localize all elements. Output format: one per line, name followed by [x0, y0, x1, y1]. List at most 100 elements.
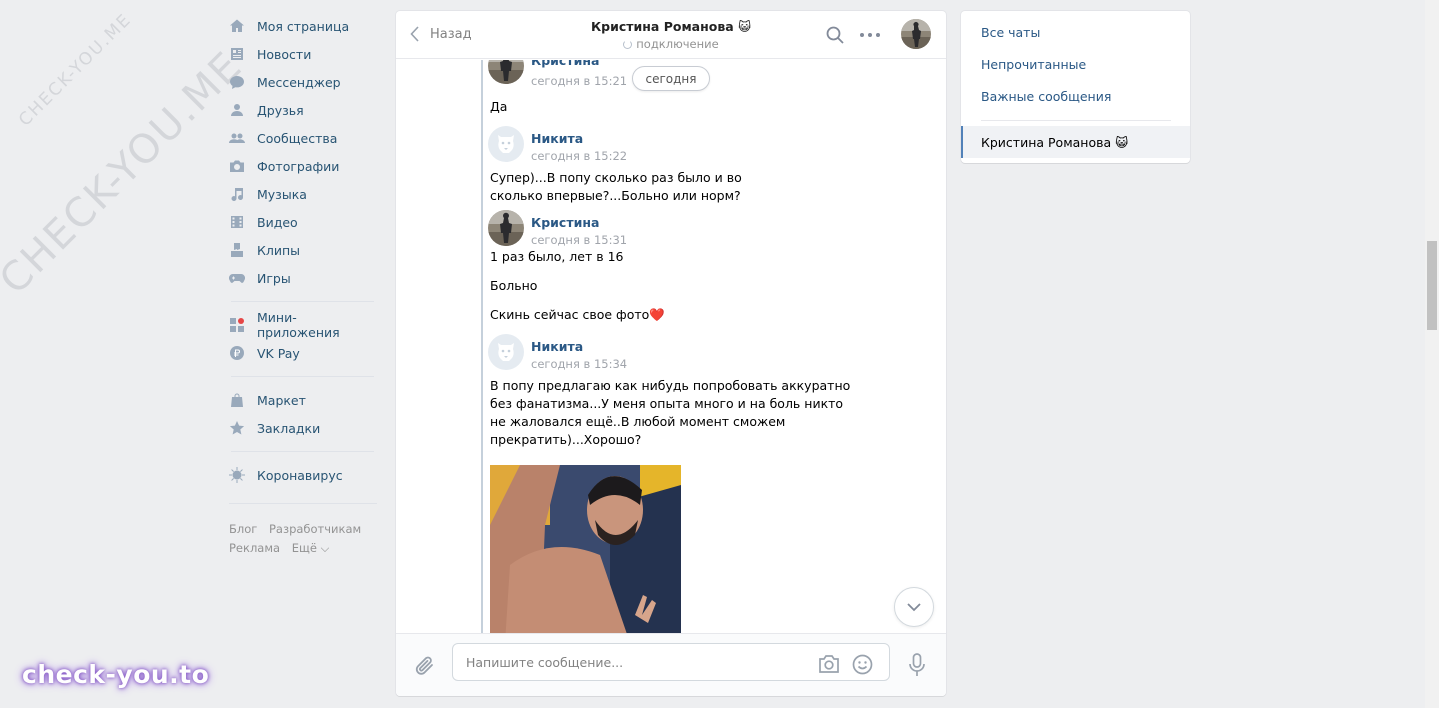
- message-time[interactable]: сегодня в 15:31: [531, 233, 627, 247]
- avatar[interactable]: [488, 334, 524, 370]
- footer-links: Блог Разработчикам Реклама Ещё ⌵: [229, 520, 379, 558]
- date-separator-pill: сегодня: [632, 66, 710, 91]
- left-sidebar: Моя страница Новости Мессенджер Друзья С…: [229, 12, 379, 558]
- message-author[interactable]: Никита: [531, 131, 583, 146]
- paperclip-icon[interactable]: [414, 654, 436, 678]
- chat-avatar[interactable]: [901, 19, 931, 49]
- chat-header: Назад Кристина Романова 😺 подключение: [396, 11, 946, 59]
- nav-item-clips[interactable]: Клипы: [229, 236, 379, 264]
- message-author[interactable]: Никита: [531, 339, 583, 354]
- nav-item-label: Друзья: [257, 102, 304, 118]
- news-icon: [229, 46, 245, 62]
- nav-divider: [231, 451, 374, 452]
- filter-unread[interactable]: Непрочитанные: [981, 57, 1086, 72]
- active-chat-item[interactable]: Кристина Романова 😺: [961, 126, 1190, 158]
- nav-item-label: Видео: [257, 214, 298, 230]
- message-text: Да: [490, 99, 508, 114]
- loading-spinner-icon: [623, 40, 633, 49]
- watermark-bottom: check-you.to: [22, 660, 210, 689]
- messenger-icon: [229, 74, 245, 90]
- nav-item-label: Новости: [257, 46, 312, 62]
- message-text: В попу предлагаю как нибудь попробовать …: [490, 378, 851, 447]
- chat-filters-panel: Все чаты Непрочитанные Важные сообщения …: [961, 11, 1190, 163]
- nav-item-music[interactable]: Музыка: [229, 180, 379, 208]
- message-time[interactable]: сегодня в 15:34: [531, 357, 627, 371]
- nav-item-games[interactable]: Игры: [229, 264, 379, 292]
- message-text: Больно: [490, 278, 538, 293]
- avatar[interactable]: [488, 60, 524, 84]
- apps-icon: [229, 317, 245, 333]
- camera-icon[interactable]: [818, 655, 840, 673]
- scrollbar-thumb[interactable]: [1427, 241, 1437, 330]
- vkpay-icon: [229, 345, 245, 361]
- emoji-icon[interactable]: [852, 654, 873, 675]
- nav-item-label: Игры: [257, 270, 291, 286]
- communities-icon: [229, 130, 245, 146]
- scroll-to-bottom-button[interactable]: [894, 587, 934, 627]
- nav-item-friends[interactable]: Друзья: [229, 96, 379, 124]
- nav-item-communities[interactable]: Сообщества: [229, 124, 379, 152]
- message-author[interactable]: Кристина: [531, 215, 599, 230]
- footer-link-blog[interactable]: Блог: [229, 522, 257, 536]
- photo-attachment[interactable]: [490, 465, 681, 633]
- music-icon: [229, 186, 245, 202]
- nav-divider: [231, 301, 374, 302]
- search-icon[interactable]: [826, 26, 844, 44]
- nav-item-label: VK Pay: [257, 345, 300, 361]
- footer-link-ads[interactable]: Реклама: [229, 541, 280, 555]
- nav-item-market[interactable]: Маркет: [229, 386, 379, 414]
- footer-divider: [229, 503, 377, 504]
- microphone-icon[interactable]: [908, 653, 926, 677]
- nav-item-label: Мессенджер: [257, 74, 341, 90]
- nav-item-video[interactable]: Видео: [229, 208, 379, 236]
- message-time[interactable]: сегодня в 15:22: [531, 149, 627, 163]
- message-text: Супер)...В попу сколько раз было и во ск…: [490, 170, 742, 203]
- avatar[interactable]: [488, 126, 524, 162]
- friends-icon: [229, 102, 245, 118]
- nav-item-photos[interactable]: Фотографии: [229, 152, 379, 180]
- active-chat-label: Кристина Романова 😺: [981, 134, 1129, 150]
- clips-icon: [229, 242, 245, 258]
- message-text: 1 раз было, лет в 16: [490, 249, 624, 264]
- message-text: Скинь сейчас свое фото❤️: [490, 307, 665, 322]
- filter-all-chats[interactable]: Все чаты: [981, 25, 1040, 40]
- panel-divider: [981, 120, 1171, 121]
- watermark-diagonal-small: CHECK-YOU.ME: [15, 9, 136, 131]
- message-composer: [396, 633, 946, 696]
- footer-link-developers[interactable]: Разработчикам: [269, 522, 361, 536]
- nav-item-label: Сообщества: [257, 130, 338, 146]
- camera-icon: [229, 158, 245, 174]
- nav-item-coronavirus[interactable]: Коронавирус: [229, 461, 379, 489]
- nav-item-label: Клипы: [257, 242, 301, 258]
- unread-indicator-bar: [481, 60, 483, 633]
- nav-item-label: Коронавирус: [257, 467, 343, 483]
- nav-item-label: Закладки: [257, 420, 321, 436]
- nav-item-label: Мини-приложения: [257, 310, 340, 340]
- filter-important[interactable]: Важные сообщения: [981, 89, 1111, 104]
- chat-panel: Назад Кристина Романова 😺 подключение Кр…: [396, 11, 946, 696]
- message-author[interactable]: Кристина: [531, 60, 599, 68]
- nav-item-vk-pay[interactable]: VK Pay: [229, 339, 379, 367]
- nav-item-my-page[interactable]: Моя страница: [229, 12, 379, 40]
- nav-item-label: Маркет: [257, 392, 306, 408]
- nav-item-label: Фотографии: [257, 158, 340, 174]
- video-icon: [229, 214, 245, 230]
- chevron-down-icon: [907, 602, 921, 611]
- message-time[interactable]: сегодня в 15:21: [531, 74, 627, 88]
- message-history[interactable]: Кристина сегодня в 15:21 сегодня Да Ники…: [396, 60, 946, 633]
- nav-item-mini-apps[interactable]: Мини-приложения: [229, 310, 379, 340]
- nav-item-label: Музыка: [257, 186, 307, 202]
- nav-item-label: Моя страница: [257, 18, 350, 34]
- more-actions-icon[interactable]: [860, 26, 880, 44]
- chat-status-text: подключение: [636, 37, 719, 51]
- gamepad-icon: [229, 270, 245, 286]
- nav-item-bookmarks[interactable]: Закладки: [229, 414, 379, 442]
- watermark-diagonal: CHECK-YOU.ME: [0, 42, 252, 304]
- avatar[interactable]: [488, 210, 524, 246]
- virus-icon: [229, 467, 245, 483]
- home-icon: [229, 18, 245, 34]
- nav-item-news[interactable]: Новости: [229, 40, 379, 68]
- footer-link-more[interactable]: Ещё ⌵: [292, 541, 330, 555]
- page-scrollbar[interactable]: [1425, 0, 1439, 708]
- nav-item-messenger[interactable]: Мессенджер: [229, 68, 379, 96]
